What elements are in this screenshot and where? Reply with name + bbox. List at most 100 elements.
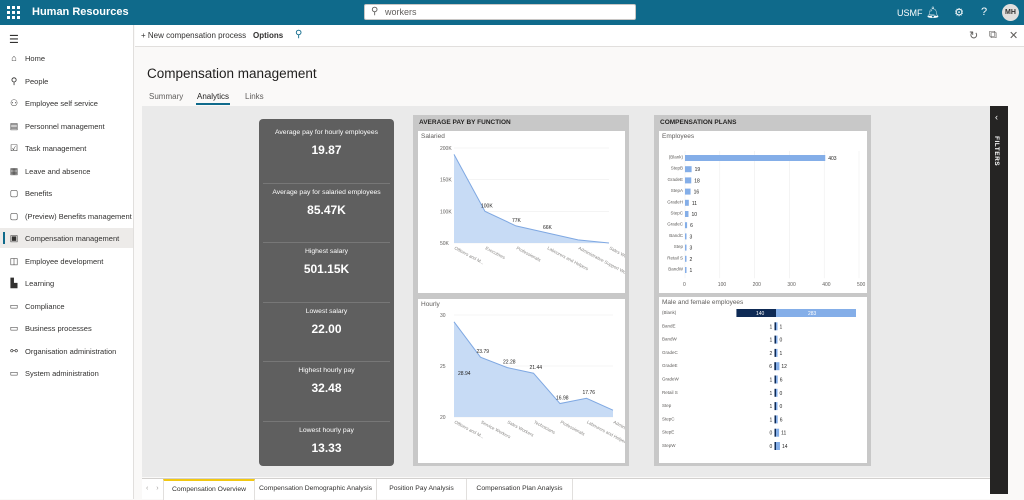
filters-pane[interactable]: ‹ FILTERS bbox=[990, 106, 1008, 494]
bar-series-1[interactable] bbox=[774, 348, 777, 357]
data-label: 17.76 bbox=[583, 390, 596, 396]
avatar[interactable]: MH bbox=[1002, 4, 1019, 21]
bar-series-1[interactable] bbox=[774, 322, 777, 331]
bar-series-1[interactable] bbox=[774, 375, 777, 384]
bar-series-2[interactable] bbox=[776, 362, 780, 371]
bar-series-1[interactable] bbox=[774, 428, 777, 437]
data-label: 1 bbox=[770, 338, 773, 344]
app-launcher-icon[interactable] bbox=[7, 6, 20, 19]
sidebar-item-label: Compensation management bbox=[25, 234, 120, 243]
data-label: 10 bbox=[691, 212, 697, 218]
kpi-card-average-pay-for-hourly-employees[interactable]: Average pay for hourly employees 19.87 bbox=[259, 129, 394, 157]
bar[interactable] bbox=[685, 155, 826, 161]
sidebar-item-leave-and-absence[interactable]: ▦ Leave and absence bbox=[0, 161, 133, 181]
tab-links[interactable]: Links bbox=[245, 92, 264, 101]
kpi-card-lowest-salary[interactable]: Lowest salary 22.00 bbox=[259, 308, 394, 336]
sidebar-item-compensation-management[interactable]: ▣ Compensation management bbox=[0, 228, 133, 248]
close-icon[interactable]: ✕ bbox=[1009, 29, 1018, 42]
male-female-chart-svg: (Blank) 140 283BandE 1 1BandW 1 0GradeC 2 1Grade… bbox=[662, 309, 856, 450]
kpi-card-highest-hourly-pay[interactable]: Highest hourly pay 32.48 bbox=[259, 367, 394, 395]
bar-series-1[interactable] bbox=[774, 415, 777, 424]
bar[interactable] bbox=[685, 166, 692, 173]
sidebar-item-business-processes[interactable]: ▭ Business processes bbox=[0, 318, 133, 338]
salaried-area-chart[interactable]: Salaried 200K 150K 100K 50K 100K 77K 66K Office… bbox=[418, 131, 625, 293]
bar-series-1[interactable] bbox=[774, 442, 777, 450]
bar-series-1[interactable] bbox=[774, 402, 777, 411]
help-icon[interactable]: ? bbox=[977, 6, 991, 18]
chevron-left-icon[interactable]: ‹ bbox=[995, 112, 998, 122]
data-label: 16.98 bbox=[556, 396, 569, 402]
navigation-pane: ☰ ⌂ Home ⚲ People ⚇ Employee self service ▤ Per… bbox=[0, 25, 134, 499]
bar-series-1[interactable] bbox=[774, 388, 777, 397]
sidebar-item-people[interactable]: ⚲ People bbox=[0, 71, 133, 91]
refresh-icon[interactable]: ↻ bbox=[969, 29, 978, 42]
report-tab-compensation-overview[interactable]: Compensation Overview bbox=[163, 479, 255, 500]
sidebar-item-home[interactable]: ⌂ Home bbox=[0, 48, 133, 68]
bar[interactable] bbox=[685, 188, 691, 195]
bar[interactable] bbox=[685, 233, 687, 240]
kpi-card-average-pay-for-salaried-employees[interactable]: Average pay for salaried employees 85.47K bbox=[259, 189, 394, 217]
sidebar-item-compliance[interactable]: ▭ Compliance bbox=[0, 296, 133, 316]
bar-series-2[interactable] bbox=[776, 348, 778, 357]
sidebar-item-label: Employee development bbox=[25, 256, 104, 266]
sidebar-item-preview-benefits-management[interactable]: ▢ (Preview) Benefits management bbox=[0, 206, 133, 226]
x-tick-label: 200 bbox=[753, 282, 762, 288]
sidebar-item-organisation-administration[interactable]: ⚯ Organisation administration bbox=[0, 341, 133, 361]
male-female-bar-chart[interactable]: Male and female employees (Blank) 140 283 B… bbox=[659, 297, 867, 463]
employees-bar-chart[interactable]: Employees 0 100 200 300 400 500 (Blank) 403 Step… bbox=[659, 131, 867, 293]
report-tab-compensation-demographic-analysis[interactable]: Compensation Demographic Analysis bbox=[255, 479, 377, 500]
sidebar-item-task-management[interactable]: ☑ Task management bbox=[0, 138, 133, 158]
global-search-input[interactable] bbox=[385, 6, 625, 18]
kpi-card-lowest-hourly-pay[interactable]: Lowest hourly pay 13.33 bbox=[259, 427, 394, 455]
report-tab-compensation-plan-analysis[interactable]: Compensation Plan Analysis bbox=[467, 479, 573, 500]
bar[interactable] bbox=[685, 255, 687, 262]
bar-series-2[interactable] bbox=[776, 375, 778, 384]
bar-series-2[interactable] bbox=[776, 415, 778, 424]
bar[interactable] bbox=[685, 222, 688, 229]
sidebar-item-system-administration[interactable]: ▭ System administration bbox=[0, 363, 133, 383]
search-action-icon[interactable]: ⚲ bbox=[295, 29, 302, 40]
sidebar-item-personnel-management[interactable]: ▤ Personnel management bbox=[0, 116, 133, 136]
sidebar-item-benefits[interactable]: ▢ Benefits bbox=[0, 183, 133, 203]
bar-series-2[interactable] bbox=[776, 335, 778, 344]
sidebar-item-label: (Preview) Benefits management bbox=[25, 211, 132, 221]
new-compensation-process-button[interactable]: + New compensation process bbox=[141, 31, 246, 40]
tab-analytics[interactable]: Analytics bbox=[197, 92, 229, 101]
page-scroll-arrows-icon[interactable]: ‹ › bbox=[146, 485, 162, 492]
category-label: GradeC bbox=[667, 222, 684, 227]
bar-series-1[interactable] bbox=[774, 362, 776, 371]
data-label: 6 bbox=[690, 223, 693, 229]
bar-series-2[interactable] bbox=[776, 442, 780, 450]
bar-series-2[interactable] bbox=[776, 428, 780, 437]
sidebar-item-employee-self-service[interactable]: ⚇ Employee self service bbox=[0, 93, 133, 113]
report-tab-position-pay-analysis[interactable]: Position Pay Analysis bbox=[377, 479, 467, 500]
bar[interactable] bbox=[685, 211, 689, 217]
bar-series-2[interactable] bbox=[776, 402, 778, 411]
gear-icon[interactable]: ⚙ bbox=[952, 6, 966, 19]
data-label: 6 bbox=[769, 364, 772, 370]
data-label: 0 bbox=[780, 391, 783, 397]
tab-summary[interactable]: Summary bbox=[149, 92, 183, 101]
kpi-card-highest-salary[interactable]: Highest salary 501.15K bbox=[259, 248, 394, 276]
options-button[interactable]: Options bbox=[253, 31, 283, 40]
bar-series-2[interactable] bbox=[776, 322, 778, 331]
hamburger-menu-icon[interactable]: ☰ bbox=[9, 33, 19, 46]
kpi-divider bbox=[263, 182, 390, 184]
bar-series-1[interactable] bbox=[774, 335, 777, 344]
app-title[interactable]: Human Resources bbox=[32, 6, 129, 18]
bell-icon[interactable]: 🔔︎ bbox=[926, 6, 940, 19]
global-search-box[interactable]: ⚲ bbox=[364, 4, 636, 20]
kpi-divider bbox=[263, 361, 390, 362]
company-picker[interactable]: USMF bbox=[897, 8, 923, 18]
bar[interactable] bbox=[685, 244, 687, 251]
hourly-area-chart[interactable]: Hourly 30 25 20 28.94 23.79 22.28 21.44 16.98 17… bbox=[418, 299, 625, 463]
bar[interactable] bbox=[685, 199, 689, 206]
y-tick-label: 100K bbox=[440, 209, 452, 215]
sidebar-item-label: Personnel management bbox=[25, 121, 105, 131]
bar[interactable] bbox=[685, 267, 687, 273]
sidebar-item-employee-development[interactable]: ◫ Employee development bbox=[0, 251, 133, 271]
bar[interactable] bbox=[685, 177, 692, 184]
bar-series-2[interactable] bbox=[776, 388, 778, 397]
sidebar-item-learning[interactable]: ▙ Learning bbox=[0, 273, 133, 293]
open-new-window-icon[interactable]: ⧉ bbox=[989, 29, 997, 42]
